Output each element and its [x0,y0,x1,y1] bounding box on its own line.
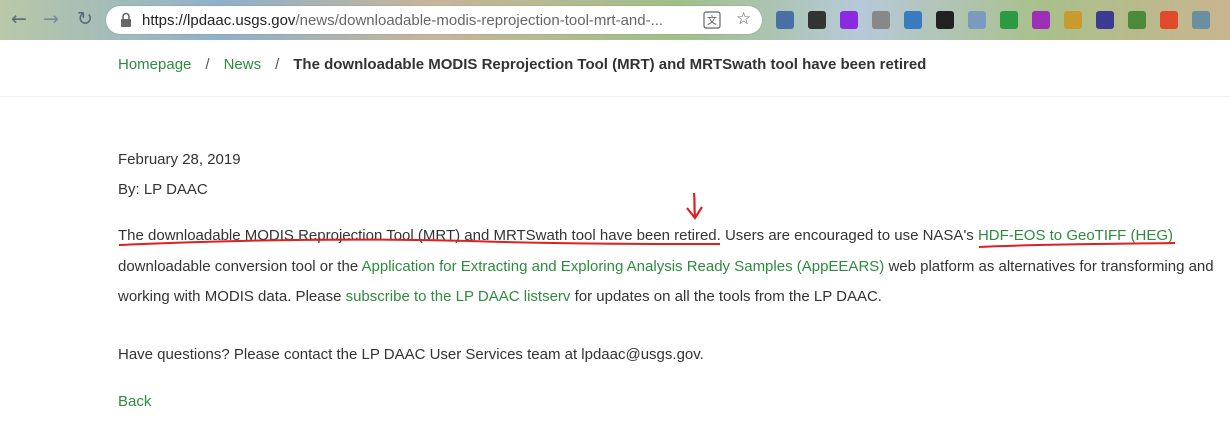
annotation-arrow [692,192,697,217]
breadcrumb-separator: / [205,56,210,73]
breadcrumb-home-link[interactable]: Homepage [118,56,191,73]
extension-icon[interactable] [1032,11,1050,29]
article-author: By: LP DAAC [118,181,208,198]
url-text: https://lpdaac.usgs.gov/news/downloadabl… [142,12,664,29]
browser-toolbar: ← → ↻ https://lpdaac.usgs.gov/news/downl… [0,0,1230,40]
extension-icon[interactable] [808,11,826,29]
extension-icon[interactable] [776,11,794,29]
body-text: downloadable conversion tool or the [118,257,362,275]
article-date: February 28, 2019 [118,151,241,168]
article-body: The downloadable MODIS Reprojection Tool… [118,221,1223,313]
breadcrumb-current: The downloadable MODIS Reprojection Tool… [293,56,927,73]
extension-icon[interactable] [1096,11,1114,29]
divider [0,96,1230,97]
extension-icon[interactable] [1128,11,1146,29]
breadcrumb-separator: / [275,56,280,73]
extension-icon[interactable] [872,11,890,29]
appeears-link[interactable]: Application for Extracting and Exploring… [362,258,885,275]
extension-icon[interactable] [1064,11,1082,29]
extension-icon[interactable] [1160,11,1178,29]
extension-icon[interactable] [1000,11,1018,29]
listserv-link[interactable]: subscribe to the LP DAAC listserv [346,288,571,305]
reload-icon[interactable]: ↻ [74,8,96,30]
heg-link[interactable]: HDF-EOS to GeoTIFF (HEG) [978,227,1173,244]
extension-icon[interactable] [1192,11,1210,29]
breadcrumb: Homepage / News / The downloadable MODIS Rep… [118,56,926,73]
back-link[interactable]: Back [118,393,151,410]
lock-icon [121,12,131,27]
extension-icon[interactable] [936,11,954,29]
body-text: . Users are encouraged to use NASA's [716,227,978,244]
breadcrumb-news-link[interactable]: News [224,56,262,73]
address-bar[interactable]: https://lpdaac.usgs.gov/news/downloadabl… [106,6,762,34]
body-text: for updates on all the tools from the LP… [570,288,882,305]
extension-icon[interactable] [840,11,858,29]
extension-icon[interactable] [968,11,986,29]
back-arrow-icon[interactable]: ← [8,8,30,30]
contact-text: Have questions? Please contact the LP DA… [118,346,704,363]
star-icon[interactable]: ☆ [736,9,751,29]
body-text: The downloadable MODIS Reprojection Tool… [118,227,717,244]
svg-text:文: 文 [707,14,717,27]
extension-icon[interactable] [904,11,922,29]
translate-icon[interactable]: 文 [703,11,721,29]
forward-arrow-icon[interactable]: → [40,8,62,30]
annotation-arrowhead [686,206,703,220]
